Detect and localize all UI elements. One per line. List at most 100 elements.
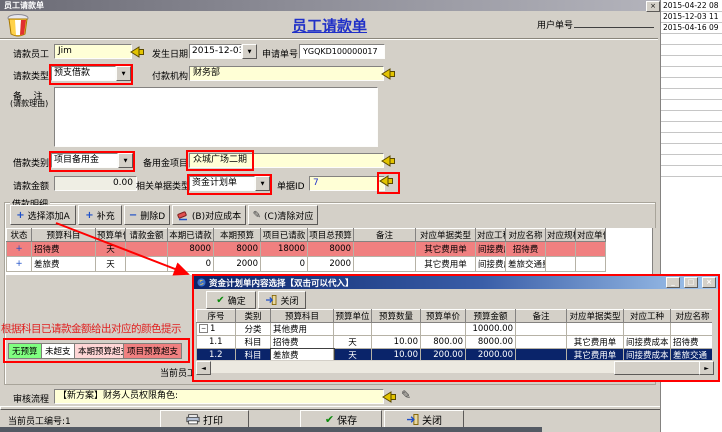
cell[interactable]: 10.00 [372, 349, 421, 361]
list-item[interactable] [661, 67, 722, 78]
scroll-right-button[interactable]: ► [699, 361, 714, 375]
cell[interactable]: 间接费成2 [476, 257, 506, 272]
clear-map-button[interactable]: ✎ (C)清除对应 [248, 205, 318, 225]
popup-row-category[interactable]: −1 分类 其他费用 10000.00 [197, 323, 713, 336]
list-item[interactable] [661, 78, 722, 89]
list-item[interactable] [661, 155, 722, 166]
date-dropdown-button[interactable]: ▼ [242, 44, 257, 59]
cell[interactable] [624, 323, 671, 336]
cell[interactable] [372, 323, 421, 336]
cell[interactable]: 招待费 [671, 336, 713, 349]
cell[interactable]: 天 [334, 336, 372, 349]
popup-minimize-button[interactable]: _ [666, 277, 680, 288]
cell[interactable]: 8000 [168, 242, 214, 257]
cell[interactable] [546, 257, 576, 272]
cell[interactable] [576, 242, 606, 257]
popup-titlebar[interactable]: 资金计划单内容选择【双击可以代入】 _ □ × [194, 276, 718, 289]
cell[interactable] [516, 349, 567, 361]
cell[interactable]: 间接费成2 [476, 242, 506, 257]
list-item[interactable]: 2015-04-16 09 [661, 23, 722, 34]
cell[interactable]: 0 [261, 257, 308, 272]
approval-input[interactable]: 【新方案】财务人员权限角色: [54, 389, 384, 404]
approval-lookup-icon[interactable] [382, 391, 397, 403]
approval-edit-pencil-icon[interactable]: ✎ [401, 388, 411, 402]
list-item[interactable] [661, 56, 722, 67]
list-item[interactable] [661, 133, 722, 144]
popup-row-selected[interactable]: 1.2 科目 差旅费 天 10.00 200.00 2000.00 其它费用单 … [197, 349, 713, 361]
list-item[interactable] [661, 111, 722, 122]
list-item[interactable]: 2015-12-03 11 [661, 12, 722, 23]
tree-cell[interactable]: −1 [197, 323, 236, 336]
window-titlebar[interactable]: 员工请款单 [0, 0, 664, 11]
cell[interactable]: 科目 [236, 336, 271, 349]
popup-close2-button[interactable]: 关闭 [258, 291, 306, 309]
cell[interactable]: 200.00 [421, 349, 466, 361]
doc-id-lookup-icon[interactable] [379, 175, 394, 187]
cell[interactable] [421, 323, 466, 336]
cell[interactable]: 其它费用单 [416, 242, 476, 257]
table-row[interactable]: + 差旅费 天 0 2000 0 2000 其它费用单 间接费成2 差旅交通费 [7, 257, 606, 272]
cell[interactable]: 10.00 [372, 336, 421, 349]
cell[interactable] [354, 257, 416, 272]
list-item[interactable] [661, 89, 722, 100]
pay-org-input[interactable]: 财务部 [189, 66, 384, 81]
popup-close-button[interactable]: × [702, 277, 716, 288]
detail-grid-scroll-strip[interactable] [652, 228, 660, 275]
cell[interactable]: 间接费成本 [624, 349, 671, 361]
cell[interactable]: 分类 [236, 323, 271, 336]
popup-row-item[interactable]: 1.1 科目 招待费 天 10.00 800.00 8000.00 其它费用单 … [197, 336, 713, 349]
cell[interactable]: 18000 [261, 242, 308, 257]
amount-input[interactable]: 0.00 [54, 176, 137, 191]
cell[interactable]: 差旅交通 [671, 349, 713, 361]
remark-textarea[interactable] [54, 87, 378, 147]
cell[interactable] [354, 242, 416, 257]
cell[interactable]: 招待费 [506, 242, 546, 257]
cell[interactable] [126, 257, 168, 272]
request-type-combo[interactable]: 预支借款 ▼ [51, 66, 131, 81]
cell[interactable] [516, 336, 567, 349]
pay-org-lookup-icon[interactable] [381, 68, 396, 80]
cell[interactable] [576, 257, 606, 272]
cell[interactable]: 2000 [308, 257, 354, 272]
cell[interactable] [546, 242, 576, 257]
list-item[interactable]: 2015-04-22 08 [661, 1, 722, 12]
delete-button[interactable]: −删除D [124, 205, 170, 225]
cell[interactable] [516, 323, 567, 336]
table-row[interactable]: + 招待费 天 8000 8000 18000 8000 其它费用单 间接费成2… [7, 242, 606, 257]
loan-category-combo[interactable]: 项目备用金 ▼ [51, 153, 133, 168]
cell[interactable]: 0 [168, 257, 214, 272]
cell[interactable] [567, 323, 624, 336]
list-item[interactable] [661, 34, 722, 45]
cell[interactable]: 8000 [214, 242, 261, 257]
cell[interactable]: 天 [96, 257, 126, 272]
request-type-dropdown-button[interactable]: ▼ [116, 66, 131, 81]
list-item[interactable] [661, 166, 722, 177]
popup-maximize-button[interactable]: □ [684, 277, 698, 288]
cell[interactable]: 差旅交通费 [506, 257, 546, 272]
supplement-button[interactable]: +补充 [78, 205, 122, 225]
list-item[interactable] [661, 100, 722, 111]
cell[interactable]: 2000.00 [466, 349, 516, 361]
requester-lookup-icon[interactable] [130, 46, 145, 58]
cell[interactable]: 其他费用 [271, 323, 334, 336]
scroll-thumb[interactable] [614, 361, 700, 375]
list-item[interactable] [661, 122, 722, 133]
date-combo[interactable]: 2015-12-03 ▼ [189, 44, 257, 59]
cell[interactable] [334, 323, 372, 336]
select-add-button[interactable]: +选择添加A [10, 205, 76, 225]
related-doc-type-dropdown-button[interactable]: ▼ [255, 176, 270, 191]
tree-collapse-icon[interactable]: − [199, 324, 208, 333]
reserve-project-lookup-icon[interactable] [381, 155, 396, 167]
cell[interactable]: 2000 [214, 257, 261, 272]
cell[interactable] [671, 323, 713, 336]
map-cost-button[interactable]: (B)对应成本 [172, 205, 246, 225]
cell[interactable]: 招待费 [271, 336, 334, 349]
cell[interactable]: 8000.00 [466, 336, 516, 349]
tree-cell[interactable]: 1.1 [197, 336, 236, 349]
requester-input[interactable]: Jim [54, 44, 132, 59]
related-doc-type-combo[interactable]: 资金计划单 ▼ [189, 176, 270, 191]
list-item[interactable] [661, 144, 722, 155]
cell[interactable] [126, 242, 168, 257]
reserve-project-input[interactable]: 众城广场二期 [189, 153, 384, 168]
popup-ok-button[interactable]: ✔ 确定 [206, 291, 256, 309]
